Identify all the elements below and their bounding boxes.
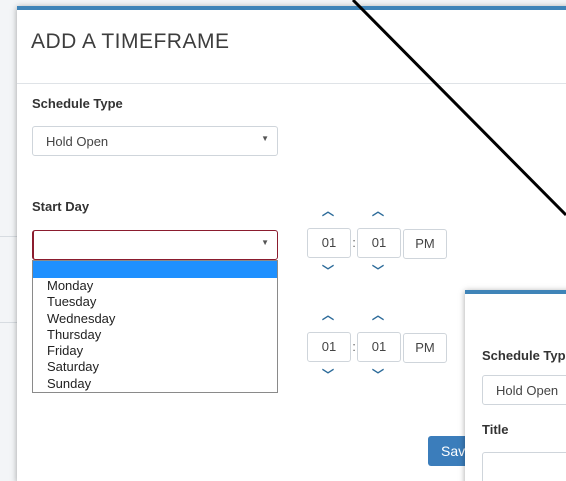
minute-down-chevron-icon[interactable]: ﹀ [368, 368, 388, 382]
second-title-input[interactable] [482, 452, 566, 481]
chevron-down-icon: ▼ [261, 238, 269, 247]
schedule-type-value: Hold Open [46, 134, 109, 149]
dropdown-option-saturday[interactable]: Saturday [33, 359, 277, 375]
second-schedule-type-label: Schedule Type [482, 348, 566, 363]
dropdown-option-tuesday[interactable]: Tuesday [33, 294, 277, 310]
chevron-down-icon: ▼ [261, 134, 269, 143]
dropdown-option-monday[interactable]: Monday [33, 278, 277, 294]
end-ampm-toggle[interactable]: PM [403, 333, 447, 363]
start-hour-input[interactable]: 01 [307, 228, 351, 258]
second-title-label: Title [482, 422, 509, 437]
dropdown-option-wednesday[interactable]: Wednesday [33, 311, 277, 327]
dropdown-option-friday[interactable]: Friday [33, 343, 277, 359]
modal-header-divider [17, 83, 566, 84]
hour-up-chevron-icon[interactable]: ︿ [318, 204, 338, 218]
minute-up-chevron-icon[interactable]: ︿ [368, 204, 388, 218]
end-minute-input[interactable]: 01 [357, 332, 401, 362]
schedule-type-label: Schedule Type [32, 96, 123, 111]
start-day-select[interactable]: ▼ [32, 230, 278, 260]
start-day-dropdown-list: Monday Tuesday Wednesday Thursday Friday… [32, 260, 278, 393]
app-background: ADD A TIMEFRAME Schedule Type Hold Open … [0, 0, 566, 481]
dropdown-option-thursday[interactable]: Thursday [33, 327, 277, 343]
minute-up-chevron-icon[interactable]: ︿ [368, 308, 388, 322]
hour-up-chevron-icon[interactable]: ︿ [318, 308, 338, 322]
dropdown-highlighted-option[interactable] [33, 261, 277, 278]
hour-down-chevron-icon[interactable]: ﹀ [318, 368, 338, 382]
start-minute-input[interactable]: 01 [357, 228, 401, 258]
modal-title: ADD A TIMEFRAME [31, 30, 230, 53]
second-schedule-type-value: Hold Open [496, 383, 559, 398]
second-schedule-type-select[interactable]: Hold Open [482, 375, 566, 405]
hour-down-chevron-icon[interactable]: ﹀ [318, 264, 338, 278]
dropdown-option-sunday[interactable]: Sunday [33, 376, 277, 392]
schedule-type-select[interactable]: Hold Open ▼ [32, 126, 278, 156]
end-hour-input[interactable]: 01 [307, 332, 351, 362]
second-timeframe-modal: Schedule Type Hold Open Title [465, 290, 566, 481]
start-day-label: Start Day [32, 199, 90, 214]
start-ampm-toggle[interactable]: PM [403, 229, 447, 259]
minute-down-chevron-icon[interactable]: ﹀ [368, 264, 388, 278]
